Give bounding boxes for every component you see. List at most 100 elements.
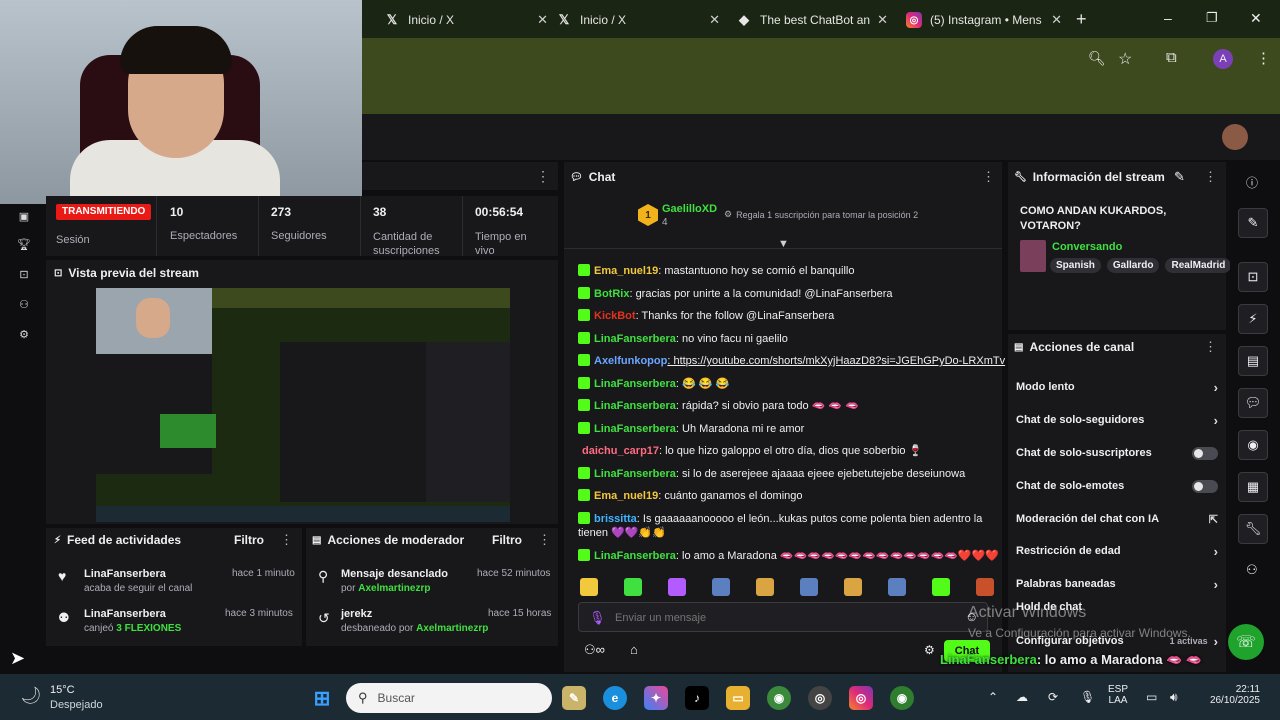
chrome-icon[interactable]: ◉ (890, 686, 914, 710)
emote-icon[interactable] (932, 578, 950, 596)
show-hidden-icons-chevron-icon[interactable]: ⌃ (988, 690, 998, 704)
chat-kebab-icon[interactable]: ⋮ (982, 169, 995, 185)
lightning-icon[interactable]: ⚡︎ (1238, 304, 1268, 334)
chat-username[interactable]: Axelfunkopop (594, 355, 667, 367)
top-gifter-name[interactable]: GaelilloXD (662, 203, 717, 215)
bookmark-star-icon[interactable]: ☆ (1118, 49, 1132, 69)
user-avatar[interactable] (1222, 124, 1248, 150)
emote-icon[interactable] (580, 578, 598, 596)
emote-icon[interactable] (800, 578, 818, 596)
close-window-button[interactable]: ✕ (1250, 10, 1262, 27)
emote-icon[interactable] (756, 578, 774, 596)
chat-username[interactable]: LinaFanserbera (594, 400, 676, 412)
instagram-icon[interactable]: ◎ (849, 686, 873, 710)
chat-username[interactable]: LinaFanserbera (594, 333, 676, 345)
chat-username[interactable]: LinaFanserbera (594, 468, 676, 480)
browser-tab[interactable]: ◎ (5) Instagram • Mens ✕ (906, 6, 1066, 34)
weather-temp[interactable]: 15°C (50, 684, 75, 696)
extensions-icon[interactable]: ⧉ (1166, 49, 1177, 66)
document-icon[interactable]: ▤ (1238, 346, 1268, 376)
community-icon[interactable]: ⚇ (1246, 562, 1258, 578)
browser-tab[interactable]: 𝕏 Inicio / X ✕ (384, 6, 552, 34)
chat-username[interactable]: daichu_carp17 (582, 445, 659, 457)
emote-icon[interactable] (888, 578, 906, 596)
channel-action-item[interactable]: Chat de solo-seguidores › (1016, 410, 1218, 430)
emote-icon[interactable] (624, 578, 642, 596)
info-icon[interactable]: ⓘ (1246, 174, 1258, 191)
minimize-button[interactable]: – (1164, 10, 1172, 26)
chat-username[interactable]: LinaFanserbera (594, 550, 676, 562)
obs-icon[interactable]: ◎ (808, 686, 832, 710)
mod-kebab-icon[interactable]: ⋮ (538, 532, 551, 548)
edge-browser-icon[interactable]: e (603, 686, 627, 710)
tiktok-icon[interactable]: ♪ (685, 686, 709, 710)
chat-username[interactable]: Ema_nuel19 (594, 490, 658, 502)
stream-tag[interactable]: Gallardo (1106, 258, 1160, 273)
activity-user[interactable]: LinaFanserbera (84, 568, 166, 580)
close-tab-icon[interactable]: ✕ (537, 12, 548, 28)
activity-filter-button[interactable]: Filtro (234, 533, 264, 547)
broadcast-icon[interactable]: ◉ (1238, 430, 1268, 460)
community-icon[interactable]: ⚇∞ (584, 642, 605, 658)
dashboard-nav-icon[interactable]: ▣ (14, 206, 34, 226)
stream-tag[interactable]: Spanish (1050, 258, 1101, 273)
channel-action-item[interactable]: Chat de solo-suscriptores (1016, 443, 1218, 463)
chat-username[interactable]: brissitta (594, 513, 637, 525)
chat-username[interactable]: LinaFanserbera (594, 378, 676, 390)
chat-username[interactable]: LinaFanserbera (594, 423, 676, 435)
toggle-switch[interactable] (1192, 446, 1218, 460)
channel-action-item[interactable]: Palabras baneadas › (1016, 574, 1218, 594)
language-indicator[interactable]: ESP LAA (1108, 684, 1128, 706)
settings-gear-icon[interactable]: ⚙ (14, 324, 34, 344)
emote-icon[interactable] (976, 578, 994, 596)
browser-menu-icon[interactable]: ⋮ (1256, 49, 1271, 67)
chat-input-box[interactable]: 🎙︎ ☺ (578, 602, 988, 632)
tray-sync-icon[interactable]: ⟳ (1048, 690, 1058, 704)
activity-kebab-icon[interactable]: ⋮ (280, 532, 293, 548)
microphone-icon[interactable]: 🎙︎ (1080, 690, 1095, 704)
chat-settings-icon[interactable]: ⚙ (924, 643, 935, 657)
windows-start-icon[interactable]: ⊞ (310, 686, 334, 710)
channel-action-item[interactable]: Modo lento › (1016, 377, 1218, 397)
stream-info-kebab-icon[interactable]: ⋮ (1204, 169, 1217, 185)
channel-action-item[interactable]: Restricción de edad › (1016, 541, 1218, 561)
browser-tab[interactable]: ◆ The best ChatBot an ✕ (736, 6, 892, 34)
channel-actions-kebab-icon[interactable]: ⋮ (1204, 339, 1217, 355)
browser-tab[interactable]: 𝕏 Inicio / X ✕ (556, 6, 724, 34)
close-tab-icon[interactable]: ✕ (877, 12, 888, 28)
mod-action[interactable]: jerekz (341, 608, 372, 620)
chat-username[interactable]: BotRix (594, 288, 629, 300)
chat-bubble-icon[interactable]: 💬︎ (1238, 388, 1268, 418)
network-icon[interactable]: ▭ (1146, 690, 1157, 704)
media-icon[interactable]: ▦ (1238, 472, 1268, 502)
store-icon[interactable]: ⌂ (630, 642, 638, 657)
wrench-icon[interactable]: 🔧︎ (1238, 514, 1268, 544)
chat-input[interactable] (615, 609, 945, 627)
zoom-icon[interactable]: 🔍︎ (1088, 50, 1106, 67)
streams-nav-icon[interactable]: ⊡ (14, 264, 34, 284)
stream-tag[interactable]: RealMadrid (1165, 258, 1232, 273)
stream-category[interactable]: Conversando (1052, 241, 1122, 253)
close-tab-icon[interactable]: ✕ (709, 12, 720, 28)
emote-icon[interactable] (668, 578, 686, 596)
tray-app-icon[interactable]: ☁︎ (1016, 690, 1028, 704)
volume-icon[interactable]: 🔊︎ (1170, 690, 1178, 705)
microphone-icon[interactable]: 🎙︎ (589, 610, 606, 626)
toggle-switch[interactable] (1192, 479, 1218, 493)
chat-username[interactable]: Ema_nuel19 (594, 265, 658, 277)
maximize-button[interactable]: ❐ (1206, 10, 1218, 26)
chrome-active-icon[interactable]: ◉ (767, 686, 791, 710)
copilot-icon[interactable]: ✦ (644, 686, 668, 710)
emote-icon[interactable] (712, 578, 730, 596)
profile-avatar[interactable]: A (1213, 49, 1233, 69)
mod-by-user[interactable]: Axelmartinezrp (358, 583, 430, 594)
notes-app-icon[interactable]: ✎ (562, 686, 586, 710)
edit-pencil-icon[interactable]: ✎ (1238, 208, 1268, 238)
stream-preview-video[interactable] (96, 288, 510, 522)
channel-action-item[interactable]: Chat de solo-emotes (1016, 476, 1218, 496)
weather-moon-icon[interactable]: 🌙︎ (20, 686, 42, 706)
streams-icon[interactable]: ⊡ (1238, 262, 1268, 292)
clock[interactable]: 22:11 26/10/2025 (1200, 684, 1260, 706)
taskbar-search[interactable]: ⚲ Buscar (346, 683, 552, 713)
edit-pencil-icon[interactable]: ✎ (1174, 169, 1185, 185)
